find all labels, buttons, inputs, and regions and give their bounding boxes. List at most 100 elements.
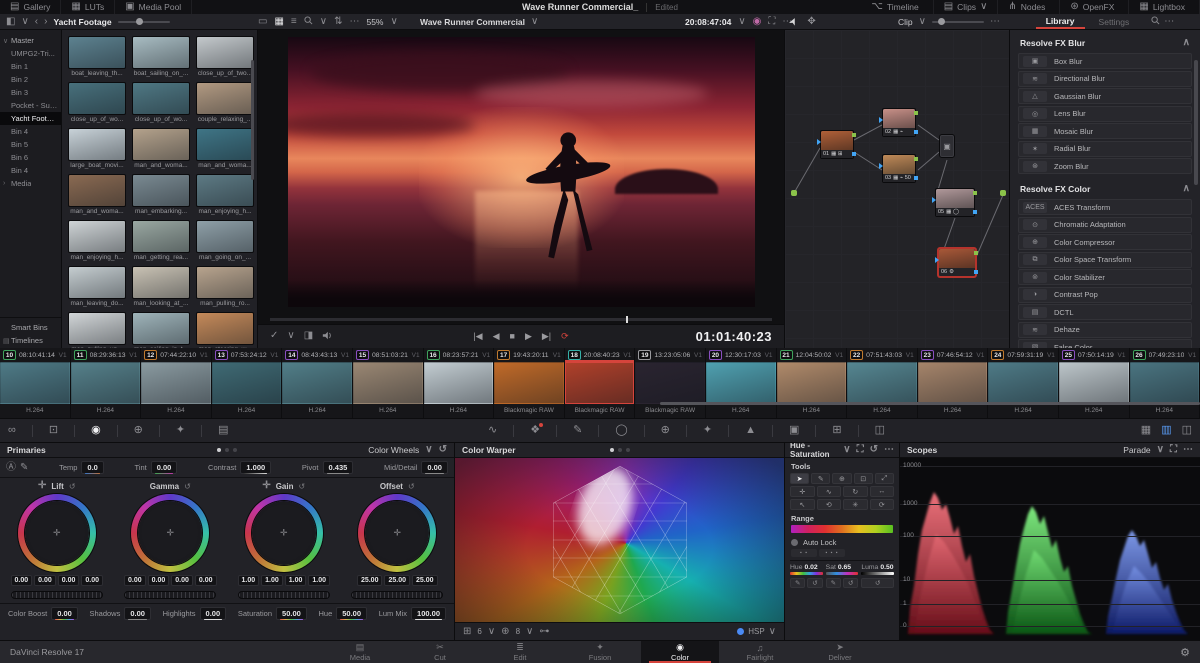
timeline-clip[interactable]: 23 07:46:54:12 V1 H.264 (918, 348, 989, 418)
sidebar-bottom-item[interactable]: Smart Bins (0, 321, 61, 334)
node-05[interactable]: 05▦ ◯ (935, 188, 975, 217)
pen-tool-button[interactable]: ✎ (811, 473, 830, 484)
spread-button[interactable]: ↔ (870, 486, 895, 497)
key-tool-icon[interactable]: ▣ (789, 425, 799, 436)
lift-master-wheel[interactable] (11, 591, 103, 599)
rotate-button[interactable]: ↻ (843, 486, 868, 497)
more-options-icon[interactable]: ⋯ (1183, 445, 1193, 455)
bin-item[interactable]: Bin 1 (0, 60, 61, 73)
fx-item[interactable]: ▦ Mosaic Blur (1018, 123, 1192, 139)
stills-icon[interactable]: ▤ (218, 425, 228, 436)
filmstrip-view-icon[interactable]: ▭ (258, 17, 267, 27)
ring-size-icon[interactable]: ⊕ (501, 627, 509, 637)
wheel-value[interactable]: 1.00 (308, 575, 330, 586)
clip-thumbnail[interactable] (777, 362, 847, 404)
timeline-clip[interactable]: 15 08:51:03:21 V1 H.264 (353, 348, 424, 418)
crosshair-plus-icon[interactable]: ✛ (262, 481, 270, 491)
bin-item[interactable]: Bin 4 (0, 125, 61, 138)
clip-thumbnail[interactable] (1059, 362, 1129, 404)
segment-button-a[interactable]: ▪ ▪ (791, 549, 817, 557)
luma-reset-button[interactable]: ↺ (861, 578, 894, 588)
clip-thumbnail[interactable] (282, 362, 352, 404)
sat-param[interactable]: Sat0.65 (826, 564, 859, 575)
more-options-icon[interactable]: ⋯ (1164, 17, 1174, 27)
clip-filter-icon[interactable]: ◉ (91, 425, 101, 436)
list-view-icon[interactable]: ≡ (291, 17, 297, 27)
bin-item[interactable]: Bin 5 (0, 138, 61, 151)
tracker-tool-icon[interactable]: ⊕ (661, 425, 670, 436)
log-mode-icon[interactable]: ◫ (1182, 425, 1192, 436)
grid-view-icon[interactable]: ▦ (274, 17, 283, 27)
panel-tab[interactable]: ▦Lightbox (1129, 0, 1200, 14)
gain-master-wheel[interactable] (238, 591, 330, 599)
timeline-clip[interactable]: 24 07:59:31:19 V1 H.264 (988, 348, 1059, 418)
sizing-tool-icon[interactable]: ⊞ (832, 425, 841, 436)
panel-toggle-icon[interactable]: ◧ (6, 17, 15, 27)
chevron-down-icon[interactable]: ∨ (320, 17, 327, 27)
panel-tab[interactable]: ▣Media Pool (115, 0, 192, 14)
viewer-scrubber[interactable] (270, 318, 772, 321)
hue-pen-button[interactable]: ✎ (790, 578, 805, 588)
layer-mixer-node[interactable]: ▣ (939, 134, 955, 158)
target-plus-icon[interactable]: ⊕ (134, 425, 143, 436)
step-back-button[interactable]: ◀ (493, 331, 500, 342)
media-clip[interactable]: close_up_of_wo... (68, 82, 126, 125)
bin-item[interactable]: Bin 4 (0, 164, 61, 177)
clip-thumbnail[interactable] (212, 362, 282, 404)
tab-settings[interactable]: Settings (1089, 15, 1140, 29)
sat-reset-button[interactable]: ↺ (843, 578, 858, 588)
qualifier-tool-icon[interactable]: ✎ (573, 425, 582, 436)
clip-thumbnail[interactable] (565, 362, 635, 404)
search-icon[interactable] (304, 16, 313, 28)
next-clip-button[interactable]: ▶| (542, 331, 551, 342)
fx-item[interactable]: △ Gaussian Blur (1018, 88, 1192, 104)
media-clip-thumbnail[interactable] (196, 36, 254, 69)
bin-item[interactable]: Yacht Footage (0, 112, 61, 125)
page-button[interactable]: ♫ Fairlight (721, 641, 799, 663)
wheel-value[interactable]: 1.00 (261, 575, 283, 586)
clip-thumbnail[interactable] (847, 362, 917, 404)
reset-icon[interactable]: ↺ (69, 482, 76, 491)
panel-tab[interactable]: ▤Clips∨ (934, 0, 999, 14)
adjust-value[interactable]: 0.435 (323, 461, 354, 474)
link-icon[interactable]: ⊶ (539, 627, 549, 637)
sat-divisions-value[interactable]: 8 (516, 627, 520, 636)
window-tool-icon[interactable]: ◯ (615, 425, 627, 436)
bottom-param-value[interactable]: 0.00 (124, 607, 151, 620)
wheel-value[interactable]: 0.00 (34, 575, 56, 586)
warper-space-select[interactable]: HSP (748, 627, 764, 636)
media-clip-thumbnail[interactable] (68, 82, 126, 115)
add-point-button[interactable]: ✛ (790, 486, 815, 497)
chevron-down-icon[interactable]: ∨ (21, 17, 28, 27)
adjust-value[interactable]: 0.00 (151, 461, 178, 474)
wipe-icon[interactable]: ◨ (304, 331, 313, 343)
gamma-color-wheel[interactable]: ✛ (131, 494, 209, 572)
panel-tab[interactable]: ⋔Nodes (998, 0, 1060, 14)
curves-tool-icon[interactable]: ∿ (488, 425, 497, 436)
search-icon[interactable] (1151, 16, 1160, 28)
media-clip-thumbnail[interactable] (196, 220, 254, 253)
loop-button[interactable]: ⟳ (561, 331, 569, 342)
page-button[interactable]: ▤ Media (321, 641, 399, 663)
timeline-clip[interactable]: 13 07:53:24:12 V1 H.264 (212, 348, 283, 418)
expand-icon[interactable]: ⛶ (1170, 445, 1177, 455)
hue-reset-button[interactable]: ↺ (807, 578, 822, 588)
page-button[interactable]: ◉ Color (641, 641, 719, 663)
stop-button[interactable]: ■ (510, 331, 515, 342)
reset-icon[interactable]: ↺ (298, 482, 305, 491)
gamma-master-wheel[interactable] (124, 591, 216, 599)
timeline-clip[interactable]: 22 07:51:43:03 V1 H.264 (847, 348, 918, 418)
node-zoom-slider[interactable] (932, 21, 984, 23)
media-clip-thumbnail[interactable] (132, 128, 190, 161)
timeline-clip[interactable]: 10 08:10:41:14 V1 H.264 (0, 348, 71, 418)
grid-size-icon[interactable]: ⊞ (463, 627, 471, 637)
expand-icon[interactable]: ⛶ (857, 445, 864, 455)
timeline-clip[interactable]: 16 08:23:57:21 V1 H.264 (424, 348, 495, 418)
media-clip-thumbnail[interactable] (196, 312, 254, 345)
bin-item[interactable]: Bin 2 (0, 73, 61, 86)
media-clip-thumbnail[interactable] (196, 266, 254, 299)
page-button[interactable]: ➤ Deliver (801, 641, 879, 663)
library-scrollbar[interactable] (1194, 60, 1198, 185)
media-clip-thumbnail[interactable] (132, 36, 190, 69)
bin-item[interactable]: ∨ Master (0, 34, 61, 47)
